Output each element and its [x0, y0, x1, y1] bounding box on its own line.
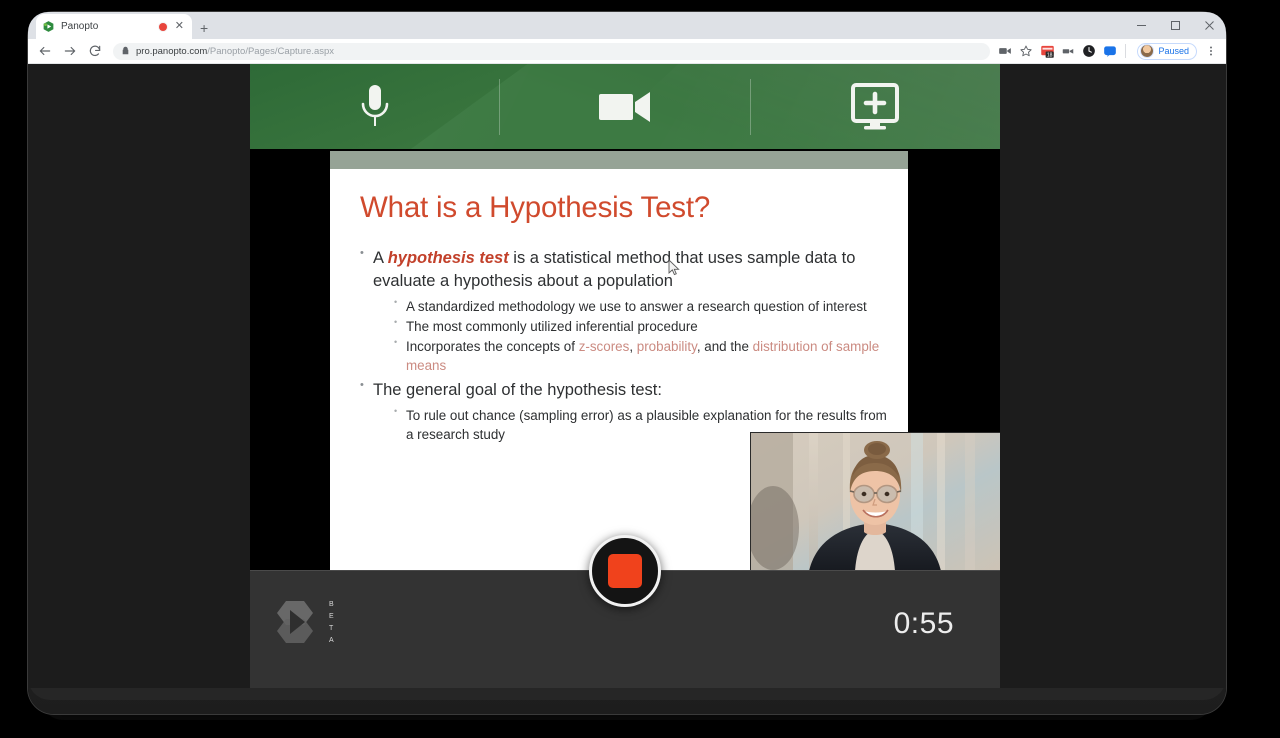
slide-body: What is a Hypothesis Test? A hypothesis … [330, 169, 908, 444]
slide-bullet-list: A hypothesis test is a statistical metho… [360, 247, 892, 444]
panopto-favicon [42, 20, 55, 33]
bookmark-star-icon[interactable] [1018, 43, 1034, 59]
toolbar-divider [1125, 44, 1126, 58]
slide-subbullet-1-1: A standardized methodology we use to ans… [394, 297, 892, 316]
back-arrow-icon[interactable] [34, 40, 56, 62]
slide-bullet-1: A hypothesis test is a statistical metho… [360, 247, 892, 375]
forward-arrow-icon[interactable] [59, 40, 81, 62]
webcam-preview[interactable] [750, 432, 1000, 570]
browser-tab-panopto[interactable]: Panopto ✕ [36, 14, 192, 39]
microphone-icon [358, 83, 392, 131]
recording-dot-icon [159, 23, 167, 31]
browser-toolbar: pro.panopto.com/Panopto/Pages/Capture.as… [28, 39, 1226, 64]
screencast-icon[interactable] [997, 43, 1013, 59]
video-camera-icon [598, 89, 652, 125]
add-screen-icon [849, 83, 901, 131]
recording-timer: 0:55 [894, 607, 954, 641]
browser-tabstrip: Panopto ✕ + [28, 12, 1226, 39]
minimize-icon[interactable] [1124, 12, 1158, 39]
profile-chip[interactable]: Paused [1137, 43, 1197, 60]
bullet-text-1a: A [373, 249, 388, 267]
slide-title: What is a Hypothesis Test? [360, 191, 892, 225]
address-bar-url: pro.panopto.com/Panopto/Pages/Capture.as… [136, 46, 334, 57]
microphone-source-button[interactable] [250, 64, 499, 149]
browser-tab-title: Panopto [61, 21, 153, 32]
window-controls [1124, 12, 1226, 39]
slide-subbullet-1-3: Incorporates the concepts of z-scores, p… [394, 337, 892, 375]
panopto-logo: BETA [266, 593, 335, 651]
screen-recorder-icon[interactable] [1060, 43, 1076, 59]
tab-close-icon[interactable]: ✕ [173, 21, 186, 32]
slide-sub-list-1: A standardized methodology we use to ans… [394, 297, 892, 376]
messages-extension-icon[interactable] [1102, 43, 1118, 59]
term-probability: probability [637, 339, 697, 354]
beta-badge: BETA [329, 599, 335, 647]
subbullet-text-b: , [629, 339, 636, 354]
capture-source-toolbar [250, 64, 1000, 149]
recorder-control-bar: BETA 0:55 [250, 570, 1000, 688]
address-bar[interactable]: pro.panopto.com/Panopto/Pages/Capture.as… [113, 43, 990, 60]
browser-window: Panopto ✕ + [28, 12, 1226, 688]
slide-header-band [330, 151, 908, 169]
lock-icon [121, 42, 130, 60]
term-z-scores: z-scores [579, 339, 630, 354]
svg-text:18: 18 [1047, 52, 1053, 58]
new-tab-button[interactable]: + [200, 21, 208, 35]
stop-recording-button[interactable] [589, 535, 661, 607]
capture-app-column: What is a Hypothesis Test? A hypothesis … [250, 64, 1000, 688]
privacy-shield-icon[interactable] [1081, 43, 1097, 59]
address-bar-path: /Panopto/Pages/Capture.aspx [207, 46, 334, 57]
subbullet-text-a: Incorporates the concepts of [406, 339, 579, 354]
slide-subbullet-1-2: The most commonly utilized inferential p… [394, 317, 892, 336]
calendar-extension-icon[interactable]: 18 [1039, 43, 1055, 59]
bullet-emphasis-hypothesis-test: hypothesis test [388, 249, 509, 267]
reload-icon[interactable] [84, 40, 106, 62]
add-screen-source-button[interactable] [751, 64, 1000, 149]
maximize-icon[interactable] [1158, 12, 1192, 39]
kebab-menu-icon[interactable] [1204, 45, 1218, 57]
screen-share-preview: What is a Hypothesis Test? A hypothesis … [250, 149, 1000, 570]
subbullet-text-c: , and the [697, 339, 753, 354]
extensions-area: 18 Paused [997, 43, 1220, 60]
video-source-button[interactable] [500, 64, 749, 149]
address-bar-host: pro.panopto.com [136, 46, 207, 57]
bullet-text-2: The general goal of the hypothesis test: [373, 381, 662, 399]
close-icon[interactable] [1192, 12, 1226, 39]
profile-status-label: Paused [1158, 46, 1189, 56]
stop-square-icon [608, 554, 642, 588]
panopto-capture-page: What is a Hypothesis Test? A hypothesis … [28, 64, 1226, 688]
profile-avatar [1140, 44, 1154, 58]
